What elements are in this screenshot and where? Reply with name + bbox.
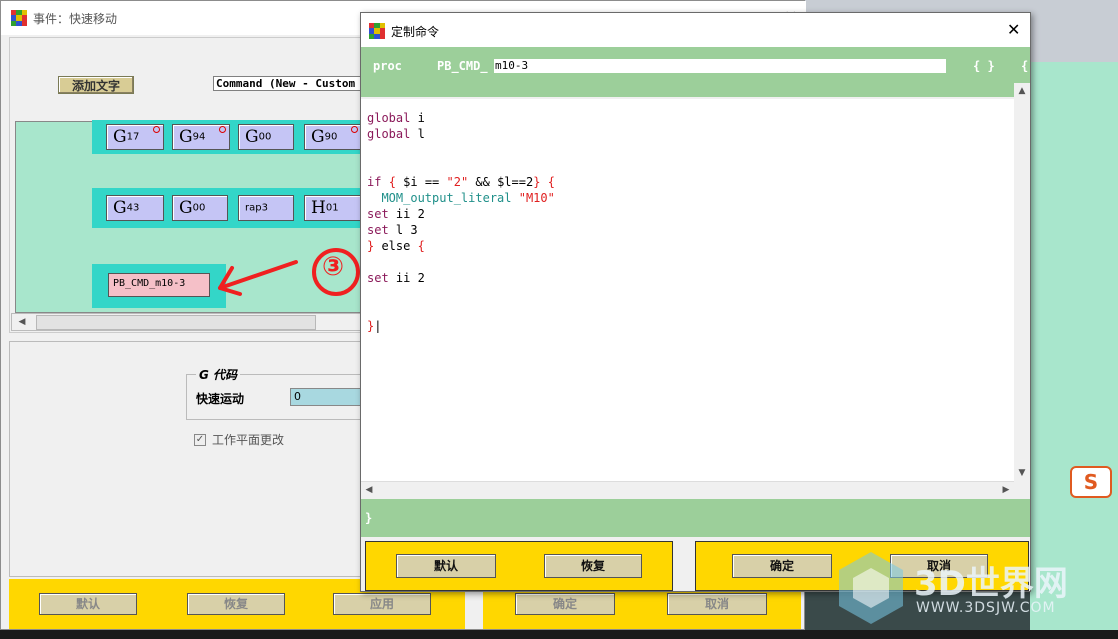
app-icon	[369, 23, 385, 39]
scroll-right-icon[interactable]: ▶	[998, 482, 1014, 498]
proc-close-brace: }	[365, 511, 373, 525]
proc-brace-extra: {	[1021, 59, 1029, 73]
event-window-title: 事件：快速移动	[33, 12, 118, 26]
canvas-hscrollbar[interactable]: ◀	[11, 313, 365, 331]
custom-command-dialog: 定制命令 ✕ proc PB_CMD_ m10-3 { } { global i…	[360, 12, 1031, 592]
block-g94[interactable]: G94	[172, 124, 230, 150]
scroll-left-icon[interactable]: ◀	[361, 482, 377, 498]
event-canvas[interactable]: G17 G94 G00 G90 G43 G00 rap3 H01 PB_CMD_…	[15, 120, 366, 313]
dialog-ok-button[interactable]: 确定	[732, 554, 832, 578]
rapid-label: 快速运动	[196, 392, 245, 406]
proc-keyword: proc	[373, 59, 402, 73]
code-editor[interactable]: global i global l if { $i == "2" && $l==…	[361, 99, 1014, 481]
dialog-title: 定制命令	[391, 25, 440, 39]
scroll-up-icon[interactable]: ▲	[1014, 83, 1030, 99]
modal-flag-icon	[351, 126, 358, 133]
g-code-group-title: G 代码	[196, 366, 241, 383]
block-g43[interactable]: G43	[106, 195, 164, 221]
restore-button[interactable]: 恢复	[187, 593, 285, 615]
taskbar	[0, 630, 1118, 639]
cancel-button[interactable]: 取消	[667, 593, 767, 615]
block-g00[interactable]: G00	[238, 124, 294, 150]
code-vscrollbar[interactable]: ▲ ▼	[1014, 83, 1030, 481]
default-button[interactable]: 默认	[39, 593, 137, 615]
proc-footer: }	[361, 499, 1030, 537]
block-g00-2[interactable]: G00	[172, 195, 228, 221]
custom-row: PB_CMD_m10-3	[92, 264, 226, 308]
dialog-restore-button[interactable]: 恢复	[544, 554, 642, 578]
scroll-left-icon[interactable]: ◀	[14, 314, 30, 330]
address-settings-panel: G 代码 快速运动 0 ✓ 工作平面更改	[9, 341, 366, 577]
scroll-thumb[interactable]	[36, 315, 316, 330]
wcs-checkbox-label: 工作平面更改	[212, 433, 285, 447]
input-method-icon[interactable]: S	[1070, 466, 1112, 498]
modal-flag-icon	[153, 126, 160, 133]
scroll-down-icon[interactable]: ▼	[1014, 465, 1030, 481]
dialog-button-bar-left: 默认 恢复	[365, 541, 673, 591]
code-hscrollbar[interactable]: ◀ ▶	[361, 481, 1014, 498]
block-g17[interactable]: G17	[106, 124, 164, 150]
apply-button[interactable]: 应用	[333, 593, 431, 615]
background-panel	[1030, 62, 1118, 630]
watermark-logo-icon	[839, 552, 903, 624]
block-h01[interactable]: H01	[304, 195, 362, 221]
code-text[interactable]: global i global l if { $i == "2" && $l==…	[361, 99, 1014, 334]
close-icon[interactable]: ✕	[1007, 20, 1020, 39]
annotation-number: ③	[322, 252, 345, 282]
address-row-1: G17 G94 G00 G90	[92, 120, 366, 154]
add-text-button[interactable]: 添加文字	[58, 76, 134, 94]
watermark-brand: 3D世界网	[914, 564, 1068, 604]
proc-header: proc PB_CMD_ m10-3 { } {	[361, 47, 1030, 97]
dialog-titlebar[interactable]: 定制命令 ✕	[361, 13, 1030, 47]
block-rap3[interactable]: rap3	[238, 195, 294, 221]
address-row-2: G43 G00 rap3 H01	[92, 188, 366, 228]
modal-flag-icon	[219, 126, 226, 133]
watermark-url: WWW.3DSJW.COM	[916, 600, 1056, 616]
block-g90[interactable]: G90	[304, 124, 362, 150]
command-select[interactable]: Command (New - Custom	[213, 76, 363, 91]
proc-name-input[interactable]: m10-3	[494, 59, 946, 73]
app-icon	[11, 10, 27, 26]
proc-prefix: PB_CMD_	[437, 59, 488, 73]
dialog-default-button[interactable]: 默认	[396, 554, 496, 578]
wcs-checkbox[interactable]: ✓	[194, 434, 206, 446]
rapid-input[interactable]: 0	[290, 388, 366, 406]
ok-button[interactable]: 确定	[515, 593, 615, 615]
proc-open-brace: { }	[973, 59, 995, 73]
custom-command-block[interactable]: PB_CMD_m10-3	[108, 273, 210, 297]
